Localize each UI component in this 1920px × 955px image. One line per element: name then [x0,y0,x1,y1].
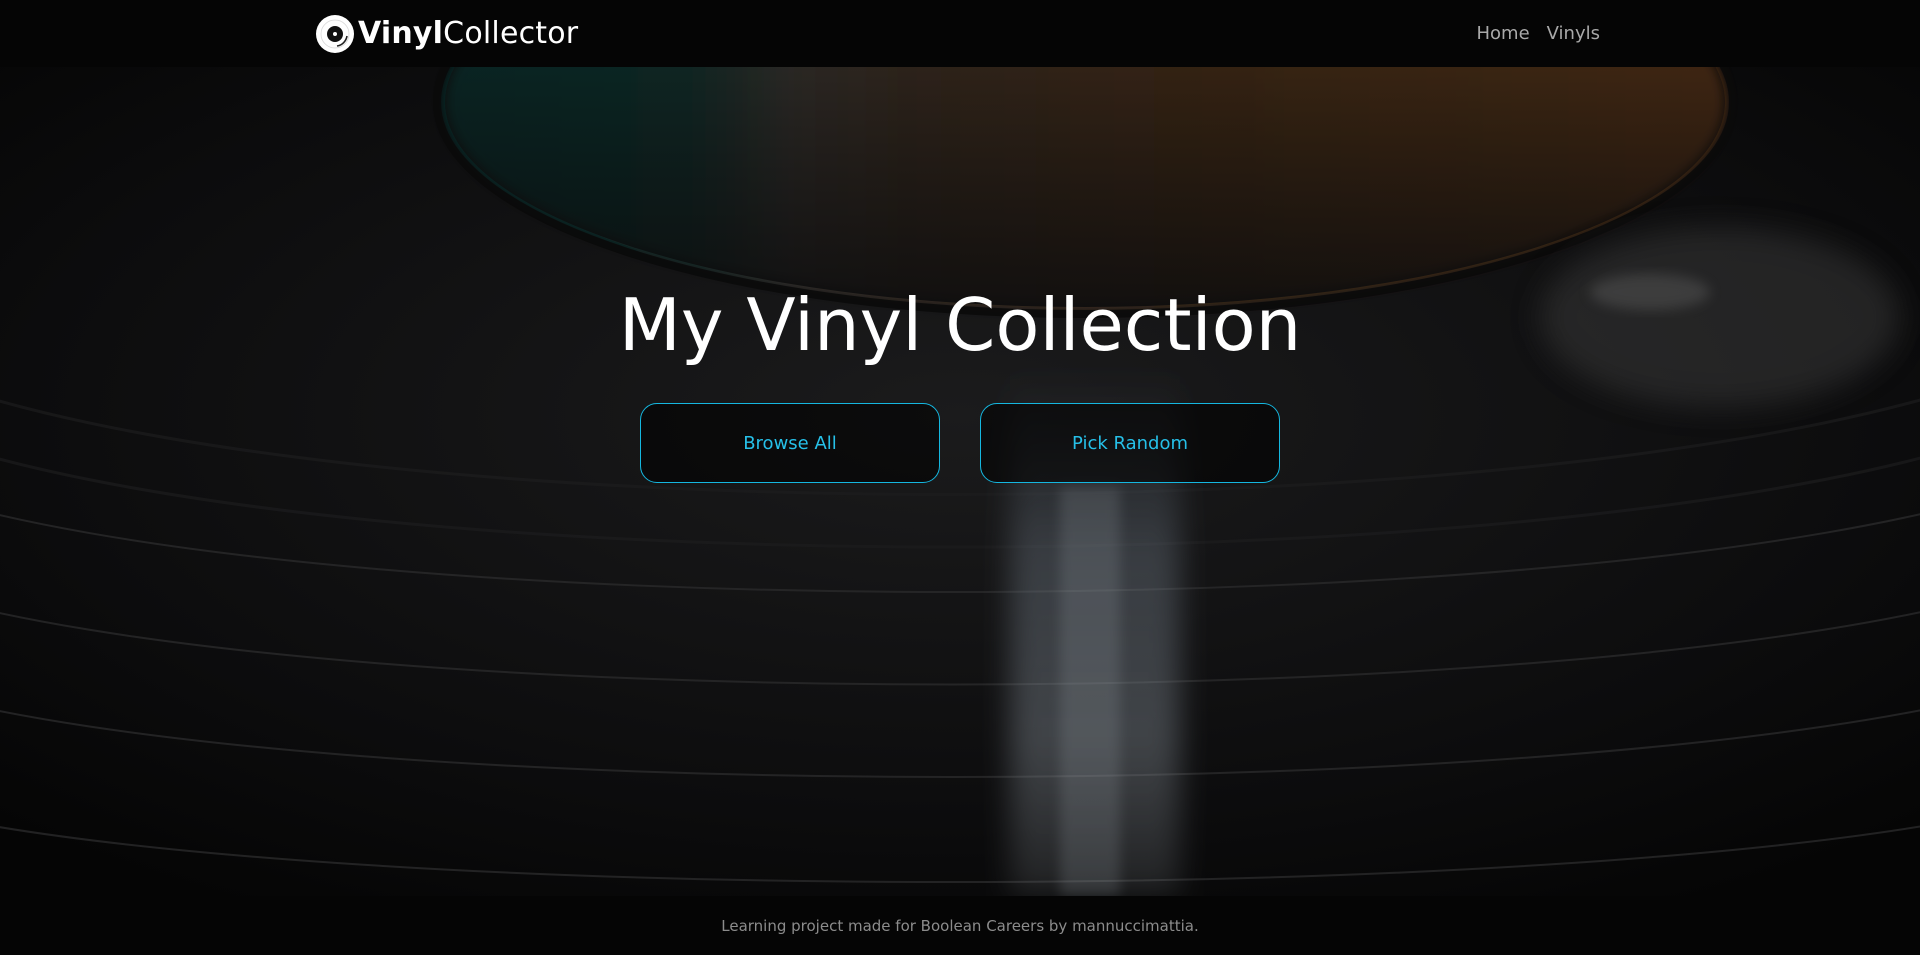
vinyl-record-icon [316,15,354,53]
brand-name-bold: Vinyl [358,16,444,51]
hero-section: My Vinyl Collection Browse All Pick Rand… [0,67,1920,896]
brand-link[interactable]: VinylCollector [315,14,578,54]
hero-actions: Browse All Pick Random [640,403,1280,483]
footer-text: Learning project made for Boolean Career… [721,916,1199,935]
brand-name: VinylCollector [358,14,578,54]
pick-random-button[interactable]: Pick Random [980,403,1280,483]
nav-link-vinyls[interactable]: Vinyls [1547,0,1600,67]
site-footer: Learning project made for Boolean Career… [0,896,1920,955]
nav-link-home[interactable]: Home [1476,0,1529,67]
brand-name-light: Collector [443,16,579,51]
browse-all-button[interactable]: Browse All [640,403,940,483]
site-header: VinylCollector Home Vinyls [0,0,1920,67]
main-nav: Home Vinyls [1476,0,1600,67]
page-title: My Vinyl Collection [618,283,1302,367]
